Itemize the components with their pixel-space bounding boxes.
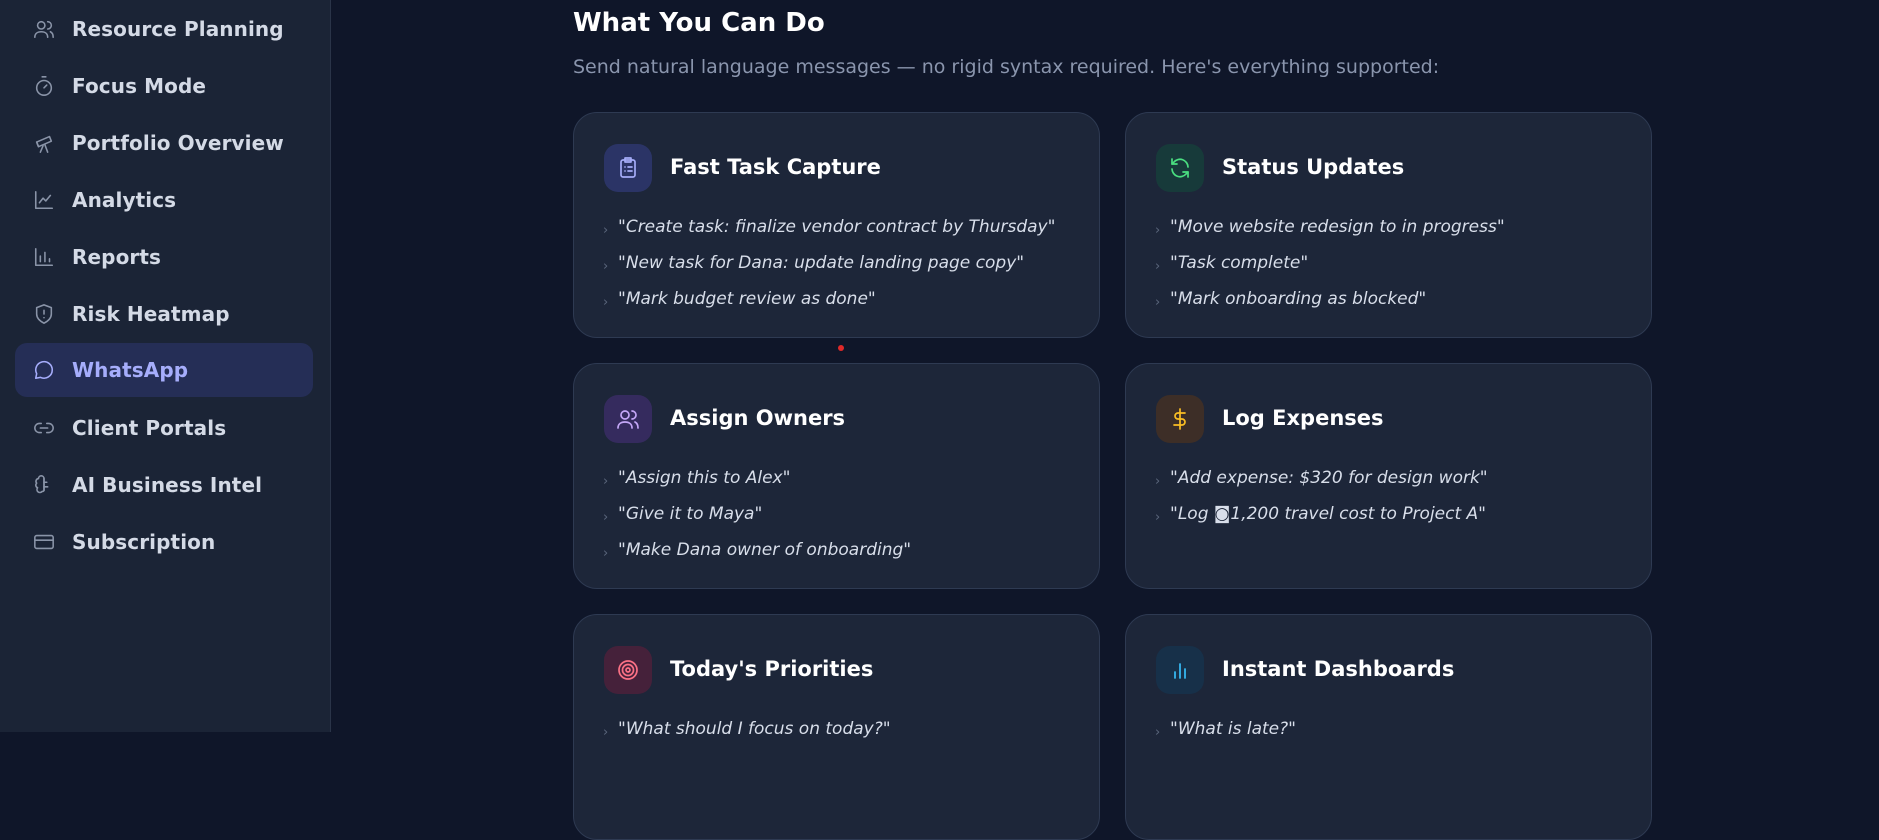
example-text: "Mark budget review as done" bbox=[618, 289, 876, 309]
example-list: › "Assign this to Alex" › "Give it to Maya… bbox=[603, 460, 911, 568]
sidebar-item-label: Resource Planning bbox=[72, 17, 284, 41]
telescope-icon bbox=[32, 131, 56, 155]
example-text: "Create task: finalize vendor contract b… bbox=[618, 217, 1056, 237]
example-item: › "Log ◙1,200 travel cost to Project A" bbox=[1155, 496, 1488, 532]
card-title: Instant Dashboards bbox=[1222, 657, 1455, 681]
sidebar-item-label: Focus Mode bbox=[72, 74, 207, 98]
clipboard-list-icon bbox=[604, 144, 652, 192]
chevron-right-icon: › bbox=[1155, 294, 1161, 310]
sidebar-item-label: AI Business Intel bbox=[72, 473, 263, 497]
example-list: › "What should I focus on today?" bbox=[603, 711, 891, 747]
credit-card-icon bbox=[32, 530, 56, 554]
chevron-right-icon: › bbox=[1155, 724, 1161, 740]
example-list: › "Add expense: $320 for design work" › "L… bbox=[1155, 460, 1488, 532]
example-text: "Make Dana owner of onboarding" bbox=[618, 540, 912, 560]
example-text: "New task for Dana: update landing page … bbox=[618, 253, 1025, 273]
chevron-right-icon: › bbox=[1155, 509, 1161, 525]
page-subtitle: Send natural language messages — no rigi… bbox=[573, 56, 1440, 78]
shield-alert-icon bbox=[32, 302, 56, 326]
chevron-right-icon: › bbox=[603, 222, 609, 238]
sidebar-item-risk-heatmap[interactable]: Risk Heatmap bbox=[15, 287, 313, 341]
example-text: "Move website redesign to in progress" bbox=[1170, 217, 1505, 237]
users-icon bbox=[32, 17, 56, 41]
feature-card-status-updates: Status Updates › "Move website redesign t… bbox=[1125, 112, 1652, 338]
example-item: › "What is late?" bbox=[1155, 711, 1296, 747]
example-item: › "New task for Dana: update landing page… bbox=[603, 245, 1055, 281]
example-list: › "Create task: finalize vendor contract … bbox=[603, 209, 1055, 317]
example-item: › "Add expense: $320 for design work" bbox=[1155, 460, 1488, 496]
users-icon bbox=[604, 395, 652, 443]
example-item: › "Assign this to Alex" bbox=[603, 460, 911, 496]
example-text: "Add expense: $320 for design work" bbox=[1170, 468, 1488, 488]
example-text: "What is late?" bbox=[1170, 719, 1296, 739]
feature-card-fast-task-capture: Fast Task Capture › "Create task: finaliz… bbox=[573, 112, 1100, 338]
sidebar-item-label: Portfolio Overview bbox=[72, 131, 284, 155]
feature-card-log-expenses: Log Expenses › "Add expense: $320 for des… bbox=[1125, 363, 1652, 589]
sidebar-item-analytics[interactable]: Analytics bbox=[15, 173, 313, 227]
card-title: Status Updates bbox=[1222, 155, 1405, 179]
card-title: Today's Priorities bbox=[670, 657, 874, 681]
message-circle-icon bbox=[32, 358, 56, 382]
card-title: Assign Owners bbox=[670, 406, 846, 430]
example-item: › "Create task: finalize vendor contract … bbox=[603, 209, 1055, 245]
chevron-right-icon: › bbox=[1155, 222, 1161, 238]
sidebar-item-subscription[interactable]: Subscription bbox=[15, 515, 313, 569]
sidebar-item-whatsapp[interactable]: WhatsApp bbox=[15, 343, 313, 397]
chevron-right-icon: › bbox=[603, 473, 609, 489]
example-item: › "Mark budget review as done" bbox=[603, 281, 1055, 317]
bar-chart-icon bbox=[32, 245, 56, 269]
sidebar-item-resource-planning[interactable]: Resource Planning bbox=[15, 2, 313, 56]
line-chart-icon bbox=[32, 188, 56, 212]
example-text: "Mark onboarding as blocked" bbox=[1170, 289, 1427, 309]
example-item: › "Make Dana owner of onboarding" bbox=[603, 532, 911, 568]
example-text: "What should I focus on today?" bbox=[618, 719, 891, 739]
sidebar-item-label: Reports bbox=[72, 245, 162, 269]
card-title: Fast Task Capture bbox=[670, 155, 881, 179]
link-icon bbox=[32, 416, 56, 440]
sidebar-item-focus-mode[interactable]: Focus Mode bbox=[15, 59, 313, 113]
sidebar-item-ai-business-intel[interactable]: AI Business Intel bbox=[15, 458, 313, 512]
example-list: › "What is late?" bbox=[1155, 711, 1296, 747]
example-item: › "What should I focus on today?" bbox=[603, 711, 891, 747]
example-item: › "Mark onboarding as blocked" bbox=[1155, 281, 1505, 317]
sidebar-item-label: Client Portals bbox=[72, 416, 227, 440]
chevron-right-icon: › bbox=[603, 509, 609, 525]
bar-chart-icon bbox=[1156, 646, 1204, 694]
sidebar-item-label: Subscription bbox=[72, 530, 216, 554]
dollar-icon bbox=[1156, 395, 1204, 443]
feature-card-instant-dashboards: Instant Dashboards › "What is late?" bbox=[1125, 614, 1652, 840]
example-text: "Assign this to Alex" bbox=[618, 468, 791, 488]
sidebar-item-reports[interactable]: Reports bbox=[15, 230, 313, 284]
feature-card-assign-owners: Assign Owners › "Assign this to Alex" › "G… bbox=[573, 363, 1100, 589]
target-icon bbox=[604, 646, 652, 694]
brain-icon bbox=[32, 473, 56, 497]
example-list: › "Move website redesign to in progress" … bbox=[1155, 209, 1505, 317]
chevron-right-icon: › bbox=[603, 545, 609, 561]
sidebar: Resource Planning Focus Mode Portfolio O… bbox=[0, 0, 331, 732]
chevron-right-icon: › bbox=[1155, 258, 1161, 274]
chevron-right-icon: › bbox=[603, 724, 609, 740]
sidebar-item-label: Risk Heatmap bbox=[72, 302, 230, 326]
feature-card-todays-priorities: Today's Priorities › "What should I focus… bbox=[573, 614, 1100, 840]
chevron-right-icon: › bbox=[603, 294, 609, 310]
timer-icon bbox=[32, 74, 56, 98]
example-item: › "Give it to Maya" bbox=[603, 496, 911, 532]
example-item: › "Move website redesign to in progress" bbox=[1155, 209, 1505, 245]
cursor-dot bbox=[838, 345, 844, 351]
example-text: "Log ◙1,200 travel cost to Project A" bbox=[1170, 504, 1487, 524]
sidebar-item-label: WhatsApp bbox=[72, 358, 189, 382]
sidebar-item-portfolio-overview[interactable]: Portfolio Overview bbox=[15, 116, 313, 170]
chevron-right-icon: › bbox=[603, 258, 609, 274]
chevron-right-icon: › bbox=[1155, 473, 1161, 489]
card-title: Log Expenses bbox=[1222, 406, 1384, 430]
sidebar-item-client-portals[interactable]: Client Portals bbox=[15, 401, 313, 455]
page-title: What You Can Do bbox=[573, 8, 825, 38]
example-item: › "Task complete" bbox=[1155, 245, 1505, 281]
example-text: "Task complete" bbox=[1170, 253, 1309, 273]
example-text: "Give it to Maya" bbox=[618, 504, 763, 524]
sidebar-item-label: Analytics bbox=[72, 188, 177, 212]
refresh-icon bbox=[1156, 144, 1204, 192]
